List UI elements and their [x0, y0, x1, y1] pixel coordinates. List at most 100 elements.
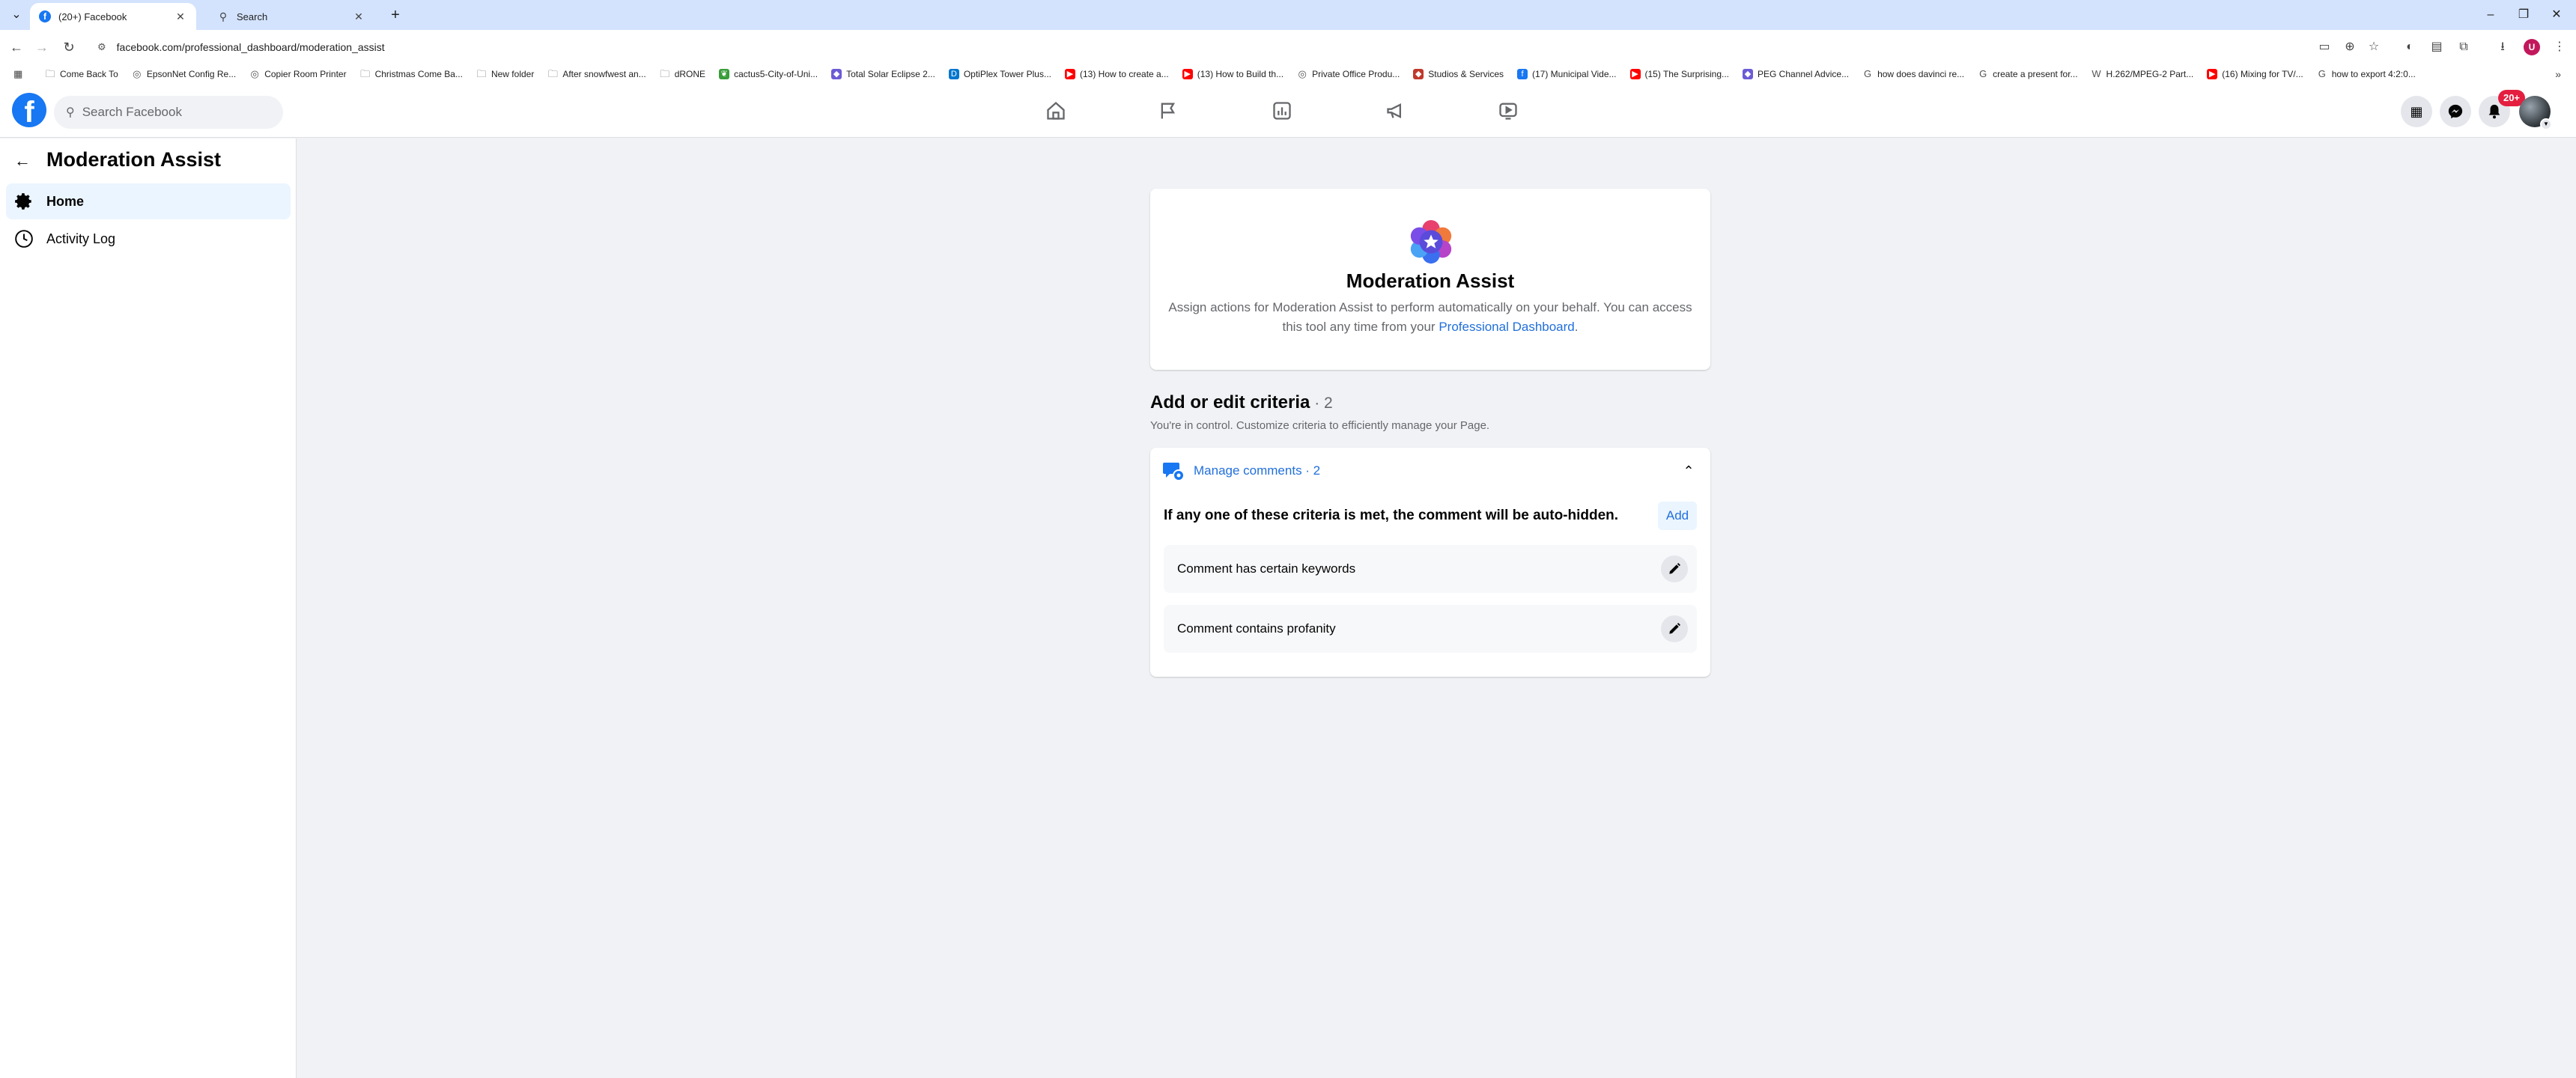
bookmark-item[interactable]: ◆ Studios & Services: [1413, 69, 1504, 79]
intro-title: Moderation Assist: [1346, 270, 1515, 292]
bookmark-item[interactable]: 🗀 New folder: [476, 69, 534, 80]
nav-ads-megaphone-icon[interactable]: [1376, 94, 1415, 127]
bookmark-item[interactable]: ▶ (13) How to Build th...: [1182, 69, 1284, 79]
close-tab-icon[interactable]: ✕: [352, 10, 365, 23]
browser-profile-avatar[interactable]: U: [2524, 39, 2540, 55]
dell-icon: D: [948, 69, 959, 79]
bookmark-item[interactable]: ◎ EpsonNet Config Re...: [132, 69, 236, 80]
facebook-search-input[interactable]: ⚲ Search Facebook: [54, 96, 283, 129]
google-icon: G: [2318, 68, 2326, 79]
nav-pages-flag-icon[interactable]: [1149, 94, 1188, 127]
chevron-down-icon[interactable]: ▼: [2540, 118, 2552, 130]
bookmark-label: (16) Mixing for TV/...: [2222, 69, 2303, 79]
globe-icon: ◎: [250, 68, 259, 79]
zoom-icon[interactable]: ⊕: [2341, 38, 2359, 56]
bookmark-label: H.262/MPEG-2 Part...: [2106, 69, 2194, 79]
bookmark-star-icon[interactable]: ☆: [2365, 38, 2383, 56]
address-bar[interactable]: ⚙ facebook.com/professional_dashboard/mo…: [88, 35, 2335, 59]
bookmark-item[interactable]: 🗀 dRONE: [660, 69, 705, 80]
tab-title: (20+) Facebook: [58, 10, 127, 22]
bookmark-item[interactable]: ❦ cactus5-City-of-Uni...: [719, 69, 818, 79]
menu-grid-icon[interactable]: ▦: [2401, 96, 2432, 127]
add-criteria-button[interactable]: Add: [1658, 502, 1697, 530]
site-info-icon[interactable]: ⚙: [97, 41, 106, 53]
criteria-row-profanity[interactable]: Comment contains profanity: [1164, 605, 1697, 653]
nav-insights-icon[interactable]: [1263, 94, 1301, 127]
bookmark-item[interactable]: 🗀 Come Back To: [45, 69, 118, 80]
bookmark-label: Total Solar Eclipse 2...: [846, 69, 935, 79]
messenger-icon[interactable]: [2440, 96, 2471, 127]
bookmark-label: create a present for...: [1993, 69, 2078, 79]
bookmark-item[interactable]: 🗀 Christmas Come Ba...: [360, 69, 463, 80]
youtube-icon: ▶: [1629, 69, 1641, 79]
bookmark-item[interactable]: ◎ Private Office Produ...: [1297, 69, 1400, 80]
bookmark-item[interactable]: 🗀 After snowfwest an...: [547, 69, 646, 80]
bookmark-item[interactable]: ▶ (15) The Surprising...: [1629, 69, 1729, 79]
cast-icon[interactable]: ▭: [2315, 38, 2333, 56]
bookmark-item[interactable]: D OptiPlex Tower Plus...: [948, 69, 1051, 79]
bookmark-label: PEG Channel Advice...: [1758, 69, 1850, 79]
bookmark-label: (13) How to create a...: [1080, 69, 1169, 79]
sidebar-item-activity-log[interactable]: Activity Log: [6, 221, 291, 257]
bookmark-label: how does davinci re...: [1877, 69, 1965, 79]
tab-search-menu-icon[interactable]: ⌄: [7, 6, 25, 24]
browser-tab-search[interactable]: ⚲ Search ✕: [208, 3, 374, 30]
bookmark-label: After snowfwest an...: [562, 69, 646, 79]
more-bookmarks-icon[interactable]: »: [2555, 68, 2561, 80]
youtube-icon: ▶: [1065, 69, 1075, 79]
tab-title: Search: [237, 10, 268, 22]
browser-menu-icon[interactable]: ⋮: [2551, 38, 2569, 56]
bookmark-label: OptiPlex Tower Plus...: [963, 69, 1051, 79]
bookmark-item[interactable]: ▶ (16) Mixing for TV/...: [2207, 69, 2303, 79]
extensions-puzzle-icon[interactable]: ⧉: [2455, 38, 2473, 56]
bookmark-item[interactable]: ◎ Copier Room Printer: [249, 68, 347, 80]
sidebar-item-home[interactable]: Home: [6, 183, 291, 219]
facebook-header: f ⚲ Search Facebook ▦: [0, 84, 2576, 138]
back-arrow-icon[interactable]: ←: [10, 149, 34, 173]
clock-icon: [13, 228, 34, 249]
bookmark-item[interactable]: ◆ Total Solar Eclipse 2...: [831, 69, 935, 79]
bookmark-item[interactable]: Ghow to export 4:2:0...: [2317, 68, 2416, 80]
google-icon: G: [1979, 68, 1987, 79]
google-icon: G: [1864, 68, 1872, 79]
browser-tab-facebook[interactable]: f (20+) Facebook ✕: [30, 3, 196, 30]
bookmark-item[interactable]: W H.262/MPEG-2 Part...: [2092, 68, 2194, 80]
sidebar-item-label: Home: [46, 193, 85, 209]
intro-description-end: .: [1574, 320, 1579, 334]
bookmark-item[interactable]: Ghow does davinci re...: [1862, 68, 1965, 80]
close-tab-icon[interactable]: ✕: [174, 10, 187, 23]
bookmark-item[interactable]: ◆ PEG Channel Advice...: [1743, 69, 1849, 79]
bookmark-item[interactable]: ▶ (13) How to create a...: [1065, 69, 1169, 79]
facebook-logo-icon[interactable]: f: [12, 93, 46, 129]
bookmark-item[interactable]: Gcreate a present for...: [1978, 68, 2078, 80]
reading-list-icon[interactable]: ▤: [2428, 38, 2446, 56]
new-tab-button[interactable]: +: [386, 6, 404, 24]
search-placeholder: Search Facebook: [82, 105, 182, 119]
manage-comments-card: Manage comments · 2 ⌃ If any one of thes…: [1150, 448, 1710, 677]
comment-settings-icon: [1163, 463, 1185, 481]
manage-comments-header[interactable]: Manage comments · 2: [1162, 458, 1320, 484]
nav-home-icon[interactable]: [1036, 94, 1075, 127]
back-icon[interactable]: ←: [7, 38, 25, 56]
restore-button[interactable]: ❐: [2509, 4, 2539, 25]
forward-icon[interactable]: →: [33, 38, 51, 56]
sidebar-item-label: Activity Log: [46, 231, 116, 246]
criteria-row-keywords[interactable]: Comment has certain keywords: [1164, 545, 1697, 593]
downloads-icon[interactable]: ⭳: [2494, 38, 2512, 56]
youtube-icon: ▶: [1182, 69, 1193, 79]
reload-icon[interactable]: ↻: [60, 38, 78, 56]
edit-pencil-icon[interactable]: [1661, 555, 1688, 582]
professional-dashboard-link[interactable]: Professional Dashboard: [1439, 320, 1574, 334]
close-window-button[interactable]: ✕: [2542, 4, 2572, 25]
apps-grid-icon[interactable]: ▦: [13, 68, 28, 80]
criteria-count: · 2: [1310, 395, 1333, 412]
bookmark-item[interactable]: f (17) Municipal Vide...: [1517, 69, 1617, 79]
gear-icon: [13, 191, 34, 212]
nav-video-icon[interactable]: [1489, 94, 1528, 127]
chevron-up-icon[interactable]: ⌃: [1680, 463, 1697, 479]
extension-icon[interactable]: ◐: [2401, 38, 2419, 56]
minimize-button[interactable]: –: [2476, 4, 2506, 25]
edit-pencil-icon[interactable]: [1661, 615, 1688, 642]
wikipedia-icon: W: [2092, 68, 2101, 79]
search-icon: ⚲: [219, 10, 228, 22]
